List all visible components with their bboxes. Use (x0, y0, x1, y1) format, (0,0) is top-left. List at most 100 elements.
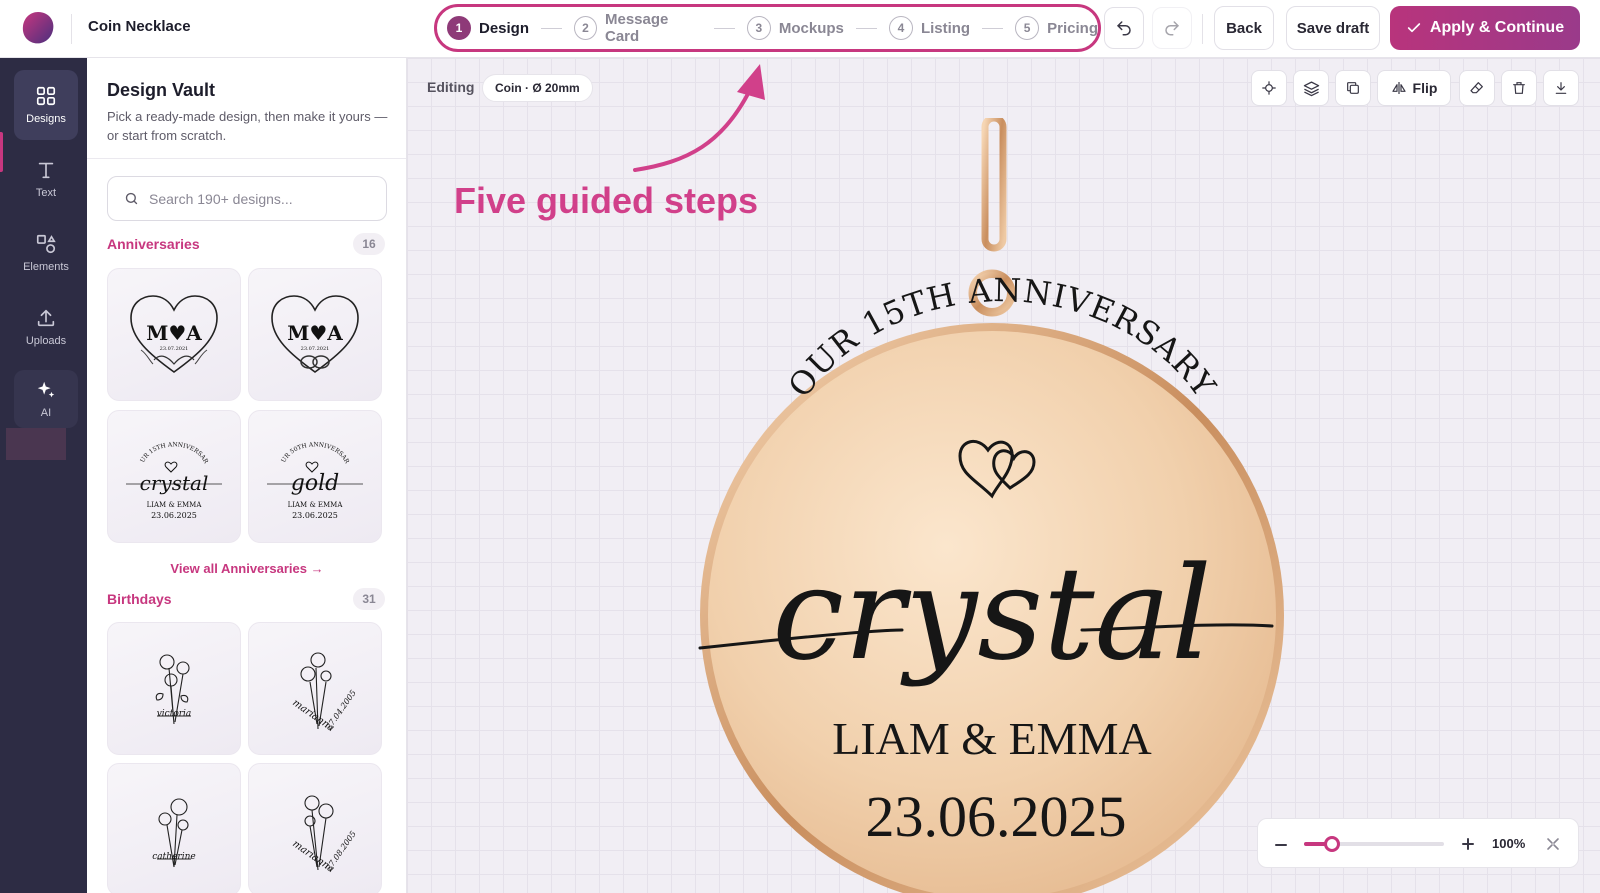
step-message-card[interactable]: 2 Message Card (574, 11, 702, 45)
step-number: 3 (746, 16, 771, 40)
sparkle-icon (37, 381, 55, 398)
design-vault-panel: Design Vault Pick a ready-made design, t… (87, 58, 407, 893)
zoom-controls: 100% (1257, 818, 1579, 868)
hover-shadow (6, 428, 66, 460)
apply-continue-button[interactable]: Apply & Continue (1390, 6, 1580, 50)
check-icon (1407, 23, 1421, 33)
step-connector (713, 27, 735, 29)
center-tool-button[interactable] (1251, 70, 1287, 106)
step-connector (855, 27, 877, 29)
rail-label: AI (40, 407, 52, 419)
delete-button[interactable] (1501, 70, 1537, 106)
design-tile-monogram-doves[interactable]: M♥A 23.07.2021 (107, 268, 241, 401)
design-tile-birth-poppy[interactable]: marianna 27.08.2005 (248, 763, 382, 893)
app-logo[interactable] (20, 10, 56, 46)
design-tile-birth-bouquet[interactable]: marianna 27.04.2005 (248, 622, 382, 755)
step-mockups[interactable]: 3 Mockups (746, 16, 844, 40)
design-tile-birth-flower[interactable]: victoria (107, 622, 241, 755)
tile-date: 23.06.2025 (292, 511, 338, 520)
view-all-anniversaries-link[interactable]: View all Anniversaries → (87, 561, 406, 576)
tile-monogram: M♥A (146, 321, 202, 345)
step-design[interactable]: 1 Design (447, 16, 529, 40)
svg-text:OUR 15TH ANNIVERSARY: OUR 15TH ANNIVERSARY (114, 422, 210, 465)
divider (1202, 14, 1203, 44)
design-preview: marianna 27.04.2005 (290, 651, 358, 734)
rail-item-text[interactable]: Text (14, 144, 78, 214)
download-icon (1555, 82, 1567, 94)
search-input[interactable] (149, 190, 379, 207)
tile-date: 27.08.2005 (324, 829, 358, 873)
fit-screen-icon[interactable] (1546, 837, 1560, 851)
top-bar: Coin Necklace 1 Design 2 Message Card 3 … (0, 0, 1600, 58)
apply-label: Apply & Continue (1429, 19, 1565, 36)
design-tile-crystal[interactable]: OUR 15TH ANNIVERSARY crystal LIAM & EMMA… (107, 410, 241, 543)
design-tile-birth-rose[interactable]: catherine (107, 763, 241, 893)
rail-label: Uploads (25, 335, 67, 347)
divider (71, 14, 72, 44)
zoom-slider[interactable] (1304, 836, 1444, 852)
text-icon (38, 162, 54, 179)
zoom-in-icon[interactable] (1461, 837, 1475, 851)
tile-monogram: M♥A (287, 321, 343, 345)
product-size-chip[interactable]: Coin · Ø 20mm (482, 74, 593, 102)
editing-label: Editing (427, 79, 475, 95)
shapes-icon (36, 234, 56, 254)
design-tile-monogram-rings[interactable]: M♥A 23.07.2021 (248, 268, 382, 401)
tile-date: 23.07.2021 (301, 346, 330, 352)
rail-item-elements[interactable]: Elements (14, 218, 78, 288)
divider (87, 158, 406, 159)
search-icon (125, 192, 138, 205)
tile-arc-text: OUR 15TH ANNIVERSARY (114, 422, 210, 465)
step-label: Listing (920, 19, 971, 37)
redo-button[interactable] (1152, 7, 1192, 49)
zoom-slider-thumb[interactable] (1324, 836, 1340, 852)
svg-text:OUR 50TH ANNIVERSARY: OUR 50TH ANNIVERSARY (255, 422, 351, 465)
design-preview: M♥A 23.07.2021 (130, 294, 218, 373)
rail-label: Designs (26, 113, 66, 125)
rail-item-designs[interactable]: Designs (14, 70, 78, 140)
category-title-birthdays[interactable]: Birthdays (107, 591, 172, 607)
undo-button[interactable] (1104, 7, 1144, 49)
search-field[interactable] (107, 176, 387, 221)
step-label: Design (479, 19, 530, 37)
tile-date: 27.04.2005 (324, 688, 358, 732)
rail-item-uploads[interactable]: Uploads (14, 292, 78, 362)
design-preview: victoria (155, 653, 192, 724)
layers-button[interactable] (1293, 70, 1329, 106)
flip-icon (1391, 82, 1406, 94)
step-label: Mockups (778, 19, 844, 37)
coin-pendant[interactable]: OUR 15TH ANNIVERSARY crystal LIAM & EMMA… (692, 118, 1322, 893)
undo-icon (1117, 21, 1131, 36)
project-title: Coin Necklace (88, 18, 191, 35)
duplicate-button[interactable] (1335, 70, 1371, 106)
flip-label: Flip (1412, 80, 1438, 96)
eraser-button[interactable] (1459, 70, 1495, 106)
layers-icon (1303, 80, 1319, 96)
zoom-out-icon[interactable] (1274, 838, 1288, 852)
tile-script-name: victoria (157, 709, 192, 719)
back-button[interactable]: Back (1214, 6, 1274, 50)
step-number: 5 (1015, 16, 1040, 40)
design-canvas[interactable]: Editing Coin · Ø 20mm Flip Five guided s… (407, 58, 1600, 893)
redo-icon (1165, 21, 1179, 36)
trash-icon (1513, 82, 1525, 94)
tile-script-name: catherine (152, 852, 195, 862)
step-listing[interactable]: 4 Listing (888, 16, 971, 40)
step-pricing[interactable]: 5 Pricing (1015, 16, 1098, 40)
step-number: 1 (447, 16, 471, 40)
step-label: Pricing (1047, 19, 1098, 37)
category-title-anniversaries[interactable]: Anniversaries (107, 236, 200, 252)
panel-subtitle: Pick a ready-made design, then make it y… (107, 109, 388, 143)
design-tile-gold[interactable]: OUR 50TH ANNIVERSARY gold LIAM & EMMA 23… (248, 410, 382, 543)
tool-rail: Designs Text Elements Uploads AI (0, 58, 87, 893)
step-number: 4 (888, 16, 913, 40)
rail-item-ai[interactable]: AI (14, 370, 78, 428)
tile-names: LIAM & EMMA (147, 501, 203, 509)
panel-title: Design Vault (107, 80, 216, 100)
flip-button[interactable]: Flip (1377, 70, 1451, 106)
save-draft-button[interactable]: Save draft (1286, 6, 1380, 50)
download-button[interactable] (1543, 70, 1579, 106)
pendant-script-word: crystal (772, 540, 1212, 689)
tile-arc-text: OUR 50TH ANNIVERSARY (255, 422, 351, 465)
active-indicator (0, 132, 3, 172)
